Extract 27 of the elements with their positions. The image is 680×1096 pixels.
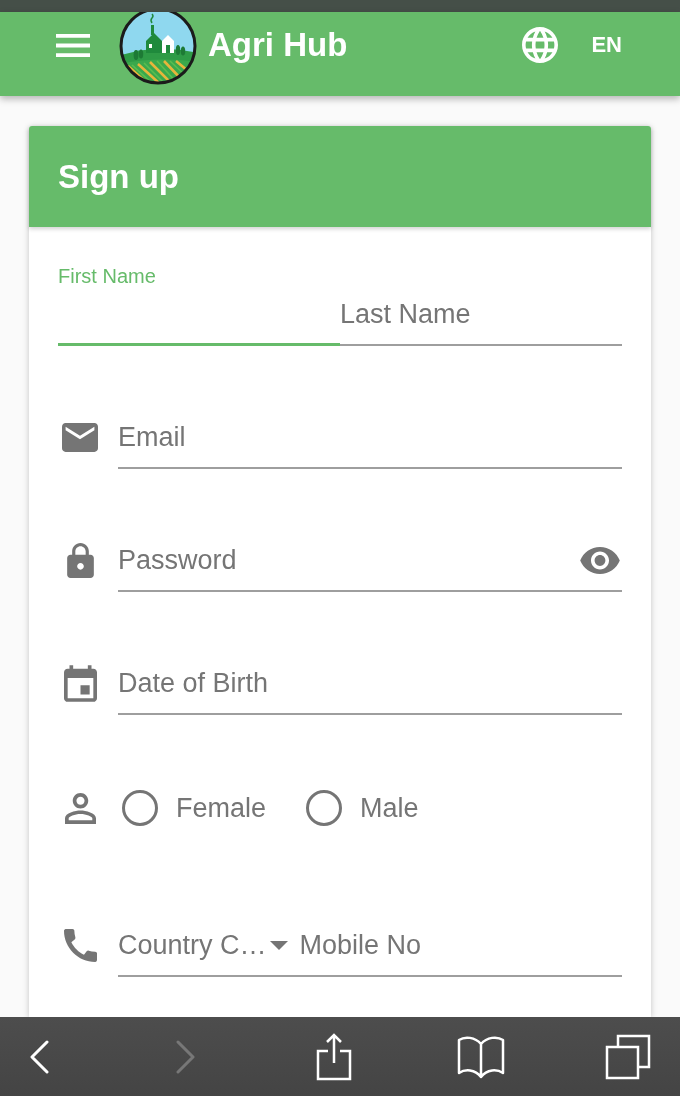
radio-label: Female	[176, 793, 267, 823]
globe-icon[interactable]	[522, 27, 559, 63]
share-icon	[315, 1032, 352, 1081]
calendar-icon	[63, 664, 97, 702]
tabs-icon	[605, 1033, 651, 1080]
radio-button[interactable]	[306, 790, 343, 826]
caret-icon	[269, 940, 288, 950]
email-field[interactable]: Email	[118, 414, 622, 469]
country-code-dropdown[interactable]: Country C…	[118, 922, 288, 977]
radio-button[interactable]	[122, 790, 158, 826]
menu-icon	[56, 33, 90, 57]
app-title: Agri Hub	[208, 26, 348, 64]
chevron-right-icon	[176, 1039, 197, 1074]
first-name-field[interactable]: First Name	[58, 264, 340, 346]
lock-icon	[66, 542, 94, 578]
radio-label: Male	[360, 793, 419, 823]
form-title: Sign up	[58, 157, 179, 196]
eye-icon[interactable]	[580, 547, 620, 574]
mobile-number-field[interactable]: Mobile No	[287, 922, 622, 977]
phone-icon	[63, 928, 97, 962]
book-icon	[456, 1034, 505, 1079]
person-icon	[64, 792, 96, 824]
language-button[interactable]: EN	[585, 26, 628, 64]
chevron-left-icon	[29, 1039, 49, 1074]
date-of-birth-field[interactable]: Date of Birth	[118, 660, 622, 715]
last-name-field[interactable]: Last Name	[340, 264, 622, 346]
envelope-icon	[62, 422, 98, 452]
